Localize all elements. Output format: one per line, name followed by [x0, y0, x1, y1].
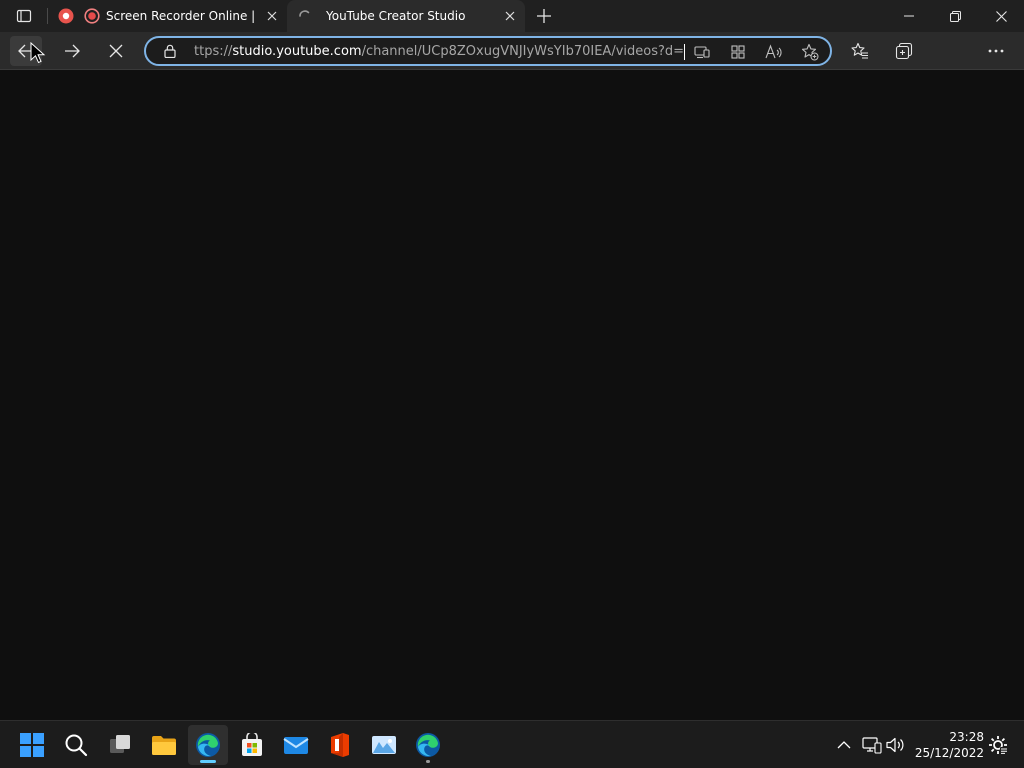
- clock-date: 25/12/2022: [914, 746, 984, 760]
- file-explorer-icon[interactable]: [144, 725, 184, 765]
- clock[interactable]: 23:28 25/12/2022: [914, 729, 984, 761]
- tab-title: YouTube Creator Studio: [326, 9, 466, 23]
- search-icon[interactable]: [56, 725, 96, 765]
- tab-youtube-creator-studio[interactable]: YouTube Creator Studio: [287, 0, 525, 32]
- store-icon[interactable]: [232, 725, 272, 765]
- mouse-pointer-icon: [30, 42, 46, 64]
- chevron-up-icon[interactable]: [834, 735, 854, 755]
- new-tab-button[interactable]: [532, 4, 556, 28]
- edge-icon[interactable]: [188, 725, 228, 765]
- close-tab-icon[interactable]: [502, 8, 518, 24]
- add-favorite-icon[interactable]: [800, 42, 820, 62]
- immersive-reader-icon[interactable]: [692, 42, 712, 62]
- loading-spinner-icon: [298, 9, 312, 23]
- running-indicator: [200, 760, 216, 763]
- tab-separator: [47, 8, 48, 24]
- notifications-icon[interactable]: [988, 735, 1008, 755]
- app-available-icon[interactable]: [728, 42, 748, 62]
- record-icon: [58, 8, 74, 24]
- task-view-icon[interactable]: [100, 725, 140, 765]
- volume-icon[interactable]: [886, 735, 906, 755]
- office-icon[interactable]: [320, 725, 360, 765]
- more-options-icon[interactable]: [980, 36, 1012, 66]
- photos-icon[interactable]: [364, 725, 404, 765]
- tab-strip: Screen Recorder Online | Re YouTube Crea…: [0, 0, 1024, 32]
- clock-time: 23:28: [949, 730, 984, 744]
- running-indicator: [426, 760, 430, 763]
- edge-beta-icon[interactable]: [408, 725, 448, 765]
- favorites-icon[interactable]: [844, 36, 876, 66]
- mail-icon[interactable]: [276, 725, 316, 765]
- url-prefix: ttps://: [194, 44, 233, 59]
- page-content: [0, 71, 1024, 720]
- lock-icon[interactable]: [164, 44, 176, 58]
- recording-indicator-icon: [84, 8, 100, 24]
- tab-title: Screen Recorder Online | Re: [106, 9, 254, 23]
- stop-loading-button[interactable]: [100, 36, 132, 66]
- browser-toolbar: ttps://studio.youtube.com/channel/UCp8ZO…: [0, 32, 1024, 97]
- tab-actions-icon[interactable]: [8, 4, 40, 28]
- taskbar: 23:28 25/12/2022: [0, 720, 1024, 768]
- url-host: studio.youtube.com: [232, 44, 362, 59]
- url-path: /channel/UCp8ZOxugVNJIyWsYIb70IEA/videos…: [361, 44, 684, 59]
- start-icon[interactable]: [12, 725, 52, 765]
- minimize-button[interactable]: [886, 0, 932, 32]
- close-window-button[interactable]: [978, 0, 1024, 32]
- close-tab-icon[interactable]: [264, 8, 280, 24]
- text-caret: [684, 44, 685, 60]
- read-aloud-icon[interactable]: [764, 42, 784, 62]
- url-text[interactable]: ttps://studio.youtube.com/channel/UCp8ZO…: [194, 43, 684, 61]
- address-bar[interactable]: ttps://studio.youtube.com/channel/UCp8ZO…: [144, 36, 832, 66]
- forward-button[interactable]: [56, 36, 88, 66]
- collections-icon[interactable]: [888, 36, 920, 66]
- tab-screen-recorder[interactable]: Screen Recorder Online | Re: [52, 0, 286, 32]
- restore-button[interactable]: [932, 0, 978, 32]
- network-icon[interactable]: [862, 735, 882, 755]
